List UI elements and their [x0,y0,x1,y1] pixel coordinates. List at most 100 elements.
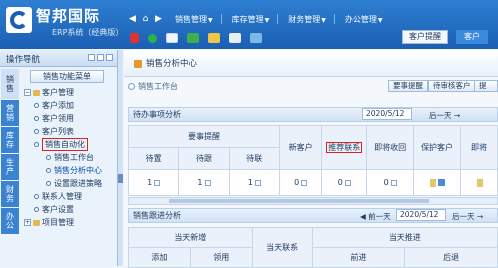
sidebar: 操作导航 销售 营销 库存 生产 财务 办公 销售功能菜单 − 客户管理 客户添… [0,50,118,266]
tree-item-sales-analysis[interactable]: 销售分析中心 [22,164,117,177]
cell-about-to[interactable] [460,169,498,196]
bullet-icon [34,142,39,147]
tree-item-followup-strategy[interactable]: 设置跟进策略 [22,177,117,190]
cell-recommend-contact[interactable]: 0 [321,169,368,196]
collapse-toggle-icon[interactable]: − [24,89,31,96]
chart-icon[interactable] [229,33,241,43]
todo-next-day[interactable]: 后一天 → [429,110,460,121]
brand-subtitle: ERP系统（经典版） [52,28,124,37]
sidebar-splitter[interactable] [117,50,123,266]
collapse-icon[interactable] [106,54,113,61]
bullet-icon [34,194,39,199]
tree-item-customer-list[interactable]: 客户列表 [22,125,117,138]
app-header: 智邦国际 ERP系统（经典版） ◀ ⌂ ▶ 销售管理▼ 库存管理▼ 财务管理▼ … [0,0,498,49]
menu-inventory[interactable]: 库存管理▼ [232,14,270,25]
todo-table: 要事提醒 新客户 推荐联系 即将收回 保护客户 即将 待置 待跟 待联 1 1 … [127,125,498,196]
tree-item-contacts[interactable]: 联系人管理 [22,190,117,203]
splitter-handle[interactable] [118,174,123,183]
menu-sales[interactable]: 销售管理▼ [175,14,213,25]
analysis-icon [134,60,142,68]
tree-item-customer-add[interactable]: 客户添加 [22,99,117,112]
col-new-customer: 新客户 [278,125,323,170]
bullet-icon [46,155,51,160]
note-icon[interactable] [250,33,262,43]
module-tab-sales[interactable]: 销售 [1,69,19,99]
flag-icon[interactable] [130,33,139,43]
message-icon[interactable] [187,33,199,43]
cell-new-customer[interactable]: 0 [278,169,323,196]
tab-sales-analysis[interactable]: 销售分析中心 [128,56,203,72]
module-tab-finance[interactable]: 财务 [1,181,19,207]
col-about-to: 即将 [460,125,498,170]
folder-icon [33,89,40,96]
workbench-link[interactable]: 销售工作台 [128,81,178,92]
sidebar-title: 操作导航 [6,55,41,65]
col-pending-follow: 待跟 [178,147,230,170]
window-icon[interactable] [166,33,178,43]
menu-finance[interactable]: 财务管理▼ [288,14,326,25]
customer-reminder-link[interactable]: 客户提醒 [402,30,448,44]
tree-item-sales-workbench[interactable]: 销售工作台 [22,151,117,164]
col-add: 添加 [128,247,191,268]
cell-pending-follow[interactable]: 1 [178,169,230,196]
bullet-icon [34,207,39,212]
followup-table: 当天新增 当天联系 当天推进 添加 领用 前进 后退 [128,227,498,268]
tree-item-customer-settings[interactable]: 客户设置 [22,203,117,216]
forward-icon[interactable]: ▶ [152,13,165,26]
hscroll-thumb[interactable] [169,199,429,203]
mail-icon[interactable] [208,33,220,43]
module-tab-inventory[interactable]: 库存 [1,127,19,153]
settings-icon[interactable] [97,54,104,61]
brand-title: 智邦国际 [36,7,101,25]
reminder-settings-button[interactable]: 提醒设置 [474,80,498,92]
module-tab-production[interactable]: 生产 [1,154,19,180]
tree-item-project-mgmt[interactable]: + 项目管理 [22,216,117,229]
col-protected-customer: 保护客户 [413,125,462,170]
module-tabs: 销售 营销 库存 生产 财务 办公 [0,68,20,235]
bullet-icon [34,116,39,121]
client-button[interactable]: 客户 [456,30,488,44]
detail-icon [301,179,308,186]
phone-icon[interactable] [148,33,157,43]
detail-icon [390,179,397,186]
function-menu-button[interactable]: 销售功能菜单 [30,70,104,83]
bullet-icon [34,103,39,108]
home-icon[interactable]: ⌂ [139,13,152,26]
col-today-new: 当天新增 [128,227,253,248]
tree-item-customer-mgmt[interactable]: − 客户管理 [22,86,117,99]
logo-icon [6,7,32,33]
module-tab-office[interactable]: 办公 [1,208,19,234]
cell-about-to-reclaim[interactable]: 0 [366,169,415,196]
cell-protected-customer[interactable] [413,169,462,196]
col-forward: 前进 [311,247,406,268]
module-tab-marketing[interactable]: 营销 [1,100,19,126]
detail-icon [154,179,161,186]
folder-icon [33,219,40,226]
back-icon[interactable]: ◀ [126,13,139,26]
important-reminder-button[interactable]: 要事提醒 [388,80,428,92]
tree-item-customer-claim[interactable]: 客户领用 [22,112,117,125]
menu-office[interactable]: 办公管理▼ [345,14,383,25]
col-about-to-reclaim: 即将收回 [366,125,415,170]
todo-group-header: 要事提醒 [128,125,280,148]
followup-date-input[interactable]: 2020/5/12 [396,209,446,221]
todo-date-input[interactable]: 2020/5/12 [362,108,412,120]
col-today-contact: 当天联系 [251,227,313,268]
toolbar [130,32,271,44]
expand-toggle-icon[interactable]: + [24,219,31,226]
col-claim: 领用 [189,247,253,268]
cell-pending-setup[interactable]: 1 [127,169,180,196]
followup-next-day[interactable]: 后一天 → [452,211,483,222]
refresh-icon[interactable] [88,54,95,61]
top-menu: ◀ ⌂ ▶ 销售管理▼ 库存管理▼ 财务管理▼ 办公管理▼ [126,11,383,27]
todo-hscrollbar[interactable] [128,197,498,205]
action-row: 销售工作台 要事提醒 待审核客户 提醒设置 [124,78,498,94]
pending-review-button[interactable]: 待审核客户 [428,80,476,92]
bullet-icon [46,181,51,186]
followup-prev-day[interactable]: ◀ 前一天 [360,211,391,222]
tree-item-sales-automation[interactable]: 销售自动化 [22,138,117,151]
sidebar-header: 操作导航 [0,50,117,67]
list-icon [438,179,446,186]
cell-pending-contact[interactable]: 1 [228,169,280,196]
col-pending-setup: 待置 [127,147,180,170]
